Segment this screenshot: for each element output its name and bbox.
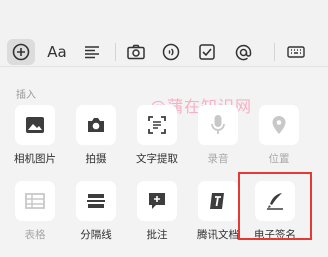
insert-item-label: 腾讯文档: [197, 229, 239, 241]
insert-item-label: 分隔线: [80, 229, 112, 241]
toolbar-divider: [115, 43, 116, 61]
plus-circle-icon: [12, 43, 30, 61]
image-icon: [26, 117, 44, 133]
insert-item-camera-photo[interactable]: 相机图片: [9, 105, 61, 166]
insert-item-shoot[interactable]: 拍摄: [70, 105, 122, 166]
keyboard-button[interactable]: [284, 40, 308, 64]
table-icon: [25, 193, 45, 209]
insert-item-label: 表格: [24, 229, 46, 241]
insert-item-location[interactable]: 位置: [253, 105, 305, 166]
insert-item-table[interactable]: 表格: [9, 181, 61, 242]
insert-toggle-button[interactable]: [7, 39, 35, 65]
microphone-icon: [211, 115, 225, 134]
insert-item-label: 录音: [207, 153, 229, 165]
section-label-insert: 插入: [16, 90, 36, 101]
highlight-box: [238, 172, 312, 240]
insert-item-label: 相机图片: [14, 153, 56, 165]
insert-item-divider[interactable]: 分隔线: [70, 181, 122, 242]
insert-item-label: 拍摄: [85, 153, 107, 165]
keyboard-icon: [287, 46, 305, 58]
insert-item-label: 批注: [146, 229, 168, 241]
mention-icon: [235, 44, 251, 60]
voice-button[interactable]: [159, 40, 183, 64]
format-toolbar: Aa: [0, 0, 328, 67]
divider-icon: [87, 194, 105, 208]
camera-icon: [88, 118, 104, 132]
checkbox-button[interactable]: [195, 40, 219, 64]
insert-item-label: 文字提取: [136, 153, 178, 165]
text-scan-icon: [148, 116, 166, 134]
align-button[interactable]: [80, 40, 104, 64]
location-pin-icon: [272, 116, 286, 134]
align-icon: [85, 46, 99, 59]
insert-item-comment[interactable]: 批注: [131, 181, 183, 242]
text-format-button[interactable]: Aa: [43, 40, 71, 64]
camera-button[interactable]: [124, 40, 148, 64]
text-format-icon: Aa: [47, 43, 67, 61]
insert-item-label: 位置: [268, 153, 290, 165]
voice-icon: [162, 43, 180, 61]
comment-add-icon: [149, 193, 165, 209]
mention-button[interactable]: [231, 40, 255, 64]
insert-item-tencent-docs[interactable]: 腾讯文档: [192, 181, 244, 242]
camera-icon: [127, 44, 145, 60]
insert-item-text-extract[interactable]: 文字提取: [131, 105, 183, 166]
tencent-docs-icon: [210, 193, 224, 209]
toolbar-divider: [274, 43, 275, 61]
insert-item-record[interactable]: 录音: [192, 105, 244, 166]
checkbox-icon: [199, 44, 215, 60]
